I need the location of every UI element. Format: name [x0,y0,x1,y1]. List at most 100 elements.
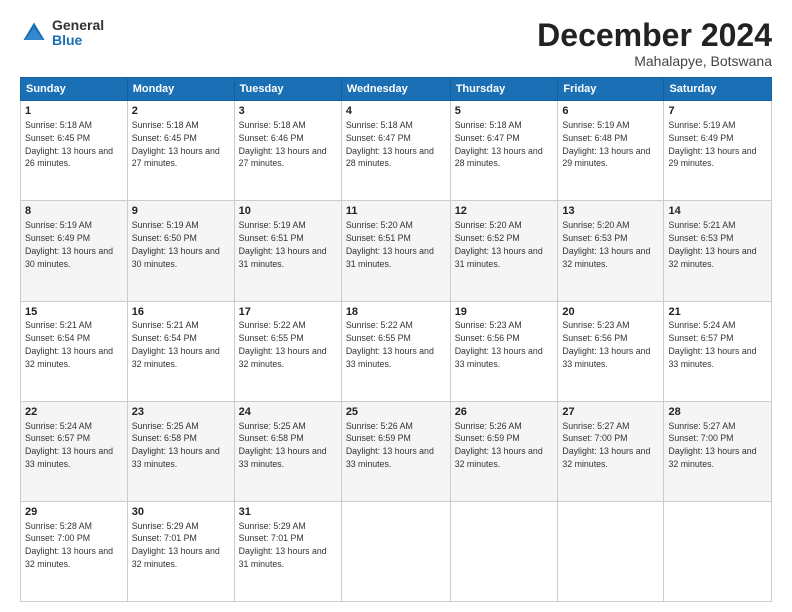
logo-general-text: General [52,18,104,33]
day-info: Sunrise: 5:20 AMSunset: 6:52 PMDaylight:… [455,220,543,268]
calendar-cell: 20 Sunrise: 5:23 AMSunset: 6:56 PMDaylig… [558,301,664,401]
col-sunday: Sunday [21,78,128,101]
day-info: Sunrise: 5:22 AMSunset: 6:55 PMDaylight:… [239,320,327,368]
day-info: Sunrise: 5:19 AMSunset: 6:49 PMDaylight:… [25,220,113,268]
day-info: Sunrise: 5:20 AMSunset: 6:53 PMDaylight:… [562,220,650,268]
calendar-cell: 5 Sunrise: 5:18 AMSunset: 6:47 PMDayligh… [450,101,558,201]
col-friday: Friday [558,78,664,101]
calendar-cell [558,501,664,601]
calendar-week-3: 15 Sunrise: 5:21 AMSunset: 6:54 PMDaylig… [21,301,772,401]
title-section: December 2024 Mahalapye, Botswana [537,18,772,69]
day-info: Sunrise: 5:20 AMSunset: 6:51 PMDaylight:… [346,220,434,268]
day-info: Sunrise: 5:18 AMSunset: 6:45 PMDaylight:… [132,120,220,168]
day-number: 8 [25,204,123,219]
calendar-cell: 26 Sunrise: 5:26 AMSunset: 6:59 PMDaylig… [450,401,558,501]
calendar-header: Sunday Monday Tuesday Wednesday Thursday… [21,78,772,101]
day-info: Sunrise: 5:21 AMSunset: 6:53 PMDaylight:… [668,220,756,268]
calendar-week-5: 29 Sunrise: 5:28 AMSunset: 7:00 PMDaylig… [21,501,772,601]
col-monday: Monday [127,78,234,101]
day-number: 5 [455,104,554,119]
day-number: 6 [562,104,659,119]
calendar-cell: 11 Sunrise: 5:20 AMSunset: 6:51 PMDaylig… [341,201,450,301]
day-info: Sunrise: 5:23 AMSunset: 6:56 PMDaylight:… [455,320,543,368]
col-thursday: Thursday [450,78,558,101]
day-number: 27 [562,405,659,420]
day-info: Sunrise: 5:24 AMSunset: 6:57 PMDaylight:… [25,421,113,469]
day-number: 2 [132,104,230,119]
day-number: 10 [239,204,337,219]
calendar-cell: 23 Sunrise: 5:25 AMSunset: 6:58 PMDaylig… [127,401,234,501]
day-info: Sunrise: 5:26 AMSunset: 6:59 PMDaylight:… [455,421,543,469]
col-wednesday: Wednesday [341,78,450,101]
header-row: Sunday Monday Tuesday Wednesday Thursday… [21,78,772,101]
day-info: Sunrise: 5:29 AMSunset: 7:01 PMDaylight:… [132,521,220,569]
day-number: 22 [25,405,123,420]
calendar-cell: 13 Sunrise: 5:20 AMSunset: 6:53 PMDaylig… [558,201,664,301]
calendar-cell: 31 Sunrise: 5:29 AMSunset: 7:01 PMDaylig… [234,501,341,601]
day-info: Sunrise: 5:18 AMSunset: 6:46 PMDaylight:… [239,120,327,168]
logo: General Blue [20,18,104,49]
day-info: Sunrise: 5:19 AMSunset: 6:51 PMDaylight:… [239,220,327,268]
calendar-body: 1 Sunrise: 5:18 AMSunset: 6:45 PMDayligh… [21,101,772,602]
calendar-cell: 17 Sunrise: 5:22 AMSunset: 6:55 PMDaylig… [234,301,341,401]
day-number: 30 [132,505,230,520]
calendar-cell: 9 Sunrise: 5:19 AMSunset: 6:50 PMDayligh… [127,201,234,301]
day-number: 25 [346,405,446,420]
day-number: 7 [668,104,767,119]
calendar-cell: 4 Sunrise: 5:18 AMSunset: 6:47 PMDayligh… [341,101,450,201]
calendar-cell: 29 Sunrise: 5:28 AMSunset: 7:00 PMDaylig… [21,501,128,601]
day-number: 16 [132,305,230,320]
calendar-cell: 8 Sunrise: 5:19 AMSunset: 6:49 PMDayligh… [21,201,128,301]
calendar-cell: 25 Sunrise: 5:26 AMSunset: 6:59 PMDaylig… [341,401,450,501]
day-info: Sunrise: 5:25 AMSunset: 6:58 PMDaylight:… [132,421,220,469]
day-info: Sunrise: 5:18 AMSunset: 6:45 PMDaylight:… [25,120,113,168]
day-info: Sunrise: 5:27 AMSunset: 7:00 PMDaylight:… [562,421,650,469]
calendar-cell: 19 Sunrise: 5:23 AMSunset: 6:56 PMDaylig… [450,301,558,401]
day-number: 19 [455,305,554,320]
month-title: December 2024 [537,18,772,53]
calendar-week-1: 1 Sunrise: 5:18 AMSunset: 6:45 PMDayligh… [21,101,772,201]
day-number: 11 [346,204,446,219]
calendar-cell [341,501,450,601]
day-info: Sunrise: 5:21 AMSunset: 6:54 PMDaylight:… [132,320,220,368]
day-info: Sunrise: 5:19 AMSunset: 6:49 PMDaylight:… [668,120,756,168]
logo-text: General Blue [52,18,104,49]
day-info: Sunrise: 5:24 AMSunset: 6:57 PMDaylight:… [668,320,756,368]
day-number: 31 [239,505,337,520]
col-tuesday: Tuesday [234,78,341,101]
day-number: 4 [346,104,446,119]
day-number: 15 [25,305,123,320]
calendar-cell: 3 Sunrise: 5:18 AMSunset: 6:46 PMDayligh… [234,101,341,201]
calendar-cell [664,501,772,601]
day-info: Sunrise: 5:18 AMSunset: 6:47 PMDaylight:… [346,120,434,168]
day-info: Sunrise: 5:19 AMSunset: 6:50 PMDaylight:… [132,220,220,268]
calendar-cell: 1 Sunrise: 5:18 AMSunset: 6:45 PMDayligh… [21,101,128,201]
day-number: 3 [239,104,337,119]
calendar-cell: 30 Sunrise: 5:29 AMSunset: 7:01 PMDaylig… [127,501,234,601]
calendar-cell: 27 Sunrise: 5:27 AMSunset: 7:00 PMDaylig… [558,401,664,501]
day-number: 20 [562,305,659,320]
page: General Blue December 2024 Mahalapye, Bo… [0,0,792,612]
logo-blue-text: Blue [52,33,104,48]
day-info: Sunrise: 5:22 AMSunset: 6:55 PMDaylight:… [346,320,434,368]
calendar-week-2: 8 Sunrise: 5:19 AMSunset: 6:49 PMDayligh… [21,201,772,301]
calendar-cell: 10 Sunrise: 5:19 AMSunset: 6:51 PMDaylig… [234,201,341,301]
logo-icon [20,19,48,47]
calendar-cell: 7 Sunrise: 5:19 AMSunset: 6:49 PMDayligh… [664,101,772,201]
day-number: 1 [25,104,123,119]
calendar-table: Sunday Monday Tuesday Wednesday Thursday… [20,77,772,602]
calendar-cell: 22 Sunrise: 5:24 AMSunset: 6:57 PMDaylig… [21,401,128,501]
header: General Blue December 2024 Mahalapye, Bo… [20,18,772,69]
col-saturday: Saturday [664,78,772,101]
day-info: Sunrise: 5:19 AMSunset: 6:48 PMDaylight:… [562,120,650,168]
calendar-week-4: 22 Sunrise: 5:24 AMSunset: 6:57 PMDaylig… [21,401,772,501]
day-number: 12 [455,204,554,219]
location: Mahalapye, Botswana [537,53,772,69]
day-info: Sunrise: 5:28 AMSunset: 7:00 PMDaylight:… [25,521,113,569]
calendar-cell: 24 Sunrise: 5:25 AMSunset: 6:58 PMDaylig… [234,401,341,501]
day-number: 9 [132,204,230,219]
day-info: Sunrise: 5:25 AMSunset: 6:58 PMDaylight:… [239,421,327,469]
day-number: 23 [132,405,230,420]
calendar-cell: 14 Sunrise: 5:21 AMSunset: 6:53 PMDaylig… [664,201,772,301]
calendar-cell: 28 Sunrise: 5:27 AMSunset: 7:00 PMDaylig… [664,401,772,501]
